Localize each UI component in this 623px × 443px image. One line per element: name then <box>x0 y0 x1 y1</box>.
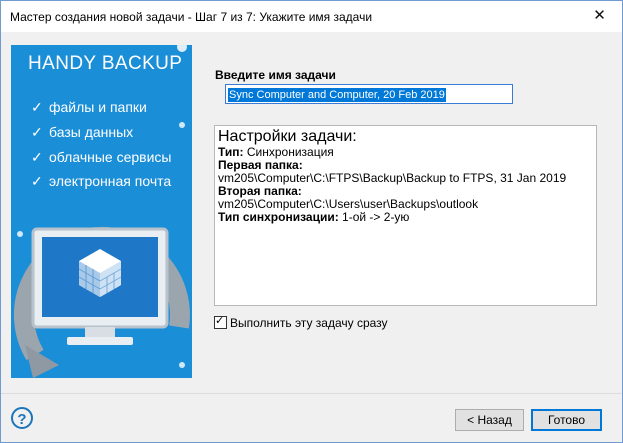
footer-divider <box>1 393 622 394</box>
feature-label: облачные сервисы <box>49 149 172 165</box>
help-icon[interactable]: ? <box>11 407 33 429</box>
feature-item: ✓ файлы и папки <box>31 99 147 116</box>
finish-button[interactable]: Готово <box>531 409 602 431</box>
type-label: Тип: <box>218 145 244 159</box>
feature-label: базы данных <box>49 124 134 140</box>
feature-item: ✓ облачные сервисы <box>31 149 171 166</box>
settings-heading: Настройки задачи: <box>218 128 357 145</box>
handy-backup-banner: HANDY BACKUP ✓ файлы и папки ✓ базы данных… <box>11 45 192 378</box>
sync-type-value: 1-ой -> 2-ую <box>342 210 410 224</box>
feature-label: файлы и папки <box>49 99 147 115</box>
task-name-input[interactable]: Sync Computer and Computer, 20 Feb 2019 <box>225 84 513 104</box>
task-name-value: Sync Computer and Computer, 20 Feb 2019 <box>228 88 446 102</box>
decor-dot <box>17 231 23 237</box>
decor-dot <box>179 362 185 368</box>
feature-label: электронная почта <box>49 173 172 189</box>
banner-artwork <box>13 45 190 378</box>
close-icon[interactable]: ✕ <box>577 1 622 32</box>
sync-type-row: Тип синхронизации: 1-ой -> 2-ую <box>218 211 593 224</box>
wizard-window: Мастер создания новой задачи - Шаг 7 из … <box>0 0 623 443</box>
check-icon: ✓ <box>31 173 43 189</box>
brand-logo: HANDY BACKUP <box>28 53 183 74</box>
run-now-label: Выполнить эту задачу сразу <box>230 316 388 330</box>
back-button[interactable]: < Назад <box>455 409 524 431</box>
check-icon: ✓ <box>31 99 43 115</box>
checkbox-checked-icon[interactable] <box>214 314 227 329</box>
type-value: Синхронизация <box>246 145 334 159</box>
check-icon: ✓ <box>31 149 43 165</box>
feature-item: ✓ базы данных <box>31 124 133 141</box>
decor-dot <box>179 122 185 128</box>
sync-type-label: Тип синхронизации: <box>218 210 339 224</box>
monitor-icon <box>31 227 169 345</box>
title-bar: Мастер создания новой задачи - Шаг 7 из … <box>1 1 622 32</box>
decor-dot <box>177 45 187 52</box>
task-name-label: Введите имя задачи <box>215 68 336 82</box>
task-settings-panel[interactable]: Настройки задачи: Тип: Синхронизация Пер… <box>214 125 597 306</box>
feature-item: ✓ электронная почта <box>31 173 171 190</box>
check-icon: ✓ <box>31 124 43 140</box>
run-now-checkbox[interactable]: Выполнить эту задачу сразу <box>214 314 388 330</box>
window-title: Мастер создания новой задачи - Шаг 7 из … <box>10 10 373 24</box>
